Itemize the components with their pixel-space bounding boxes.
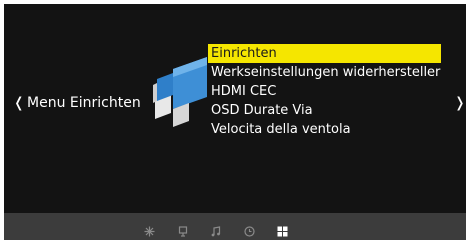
menu-list: Einrichten Werkseinstellungen widerherst… [208, 44, 464, 139]
clock-icon[interactable] [243, 225, 255, 237]
music-icon[interactable] [210, 225, 222, 237]
menu-item-fan-speed[interactable]: Velocita della ventola [208, 120, 464, 139]
setup-icon[interactable] [276, 225, 288, 237]
right-arrow-icon[interactable]: ❭ [454, 96, 466, 110]
menu-item-einrichten[interactable]: Einrichten [208, 44, 441, 63]
display-icon[interactable] [177, 225, 189, 237]
menu-item-osd-duration[interactable]: OSD Durate Via [208, 101, 464, 120]
settings-tiles-icon [153, 57, 207, 127]
left-arrow-icon[interactable]: ❬ [13, 96, 25, 110]
menu-item-factory-reset[interactable]: Werkseinstellungen widerhersteller [208, 63, 464, 82]
menu-title: Menu Einrichten [27, 95, 141, 111]
picture-icon[interactable] [143, 225, 155, 237]
osd-menu: ❬ Menu Einrichten Einrichten Werkseinste… [4, 4, 466, 240]
menu-item-hdmi-cec[interactable]: HDMI CEC [208, 82, 464, 101]
bottom-tab-bar [4, 213, 466, 240]
